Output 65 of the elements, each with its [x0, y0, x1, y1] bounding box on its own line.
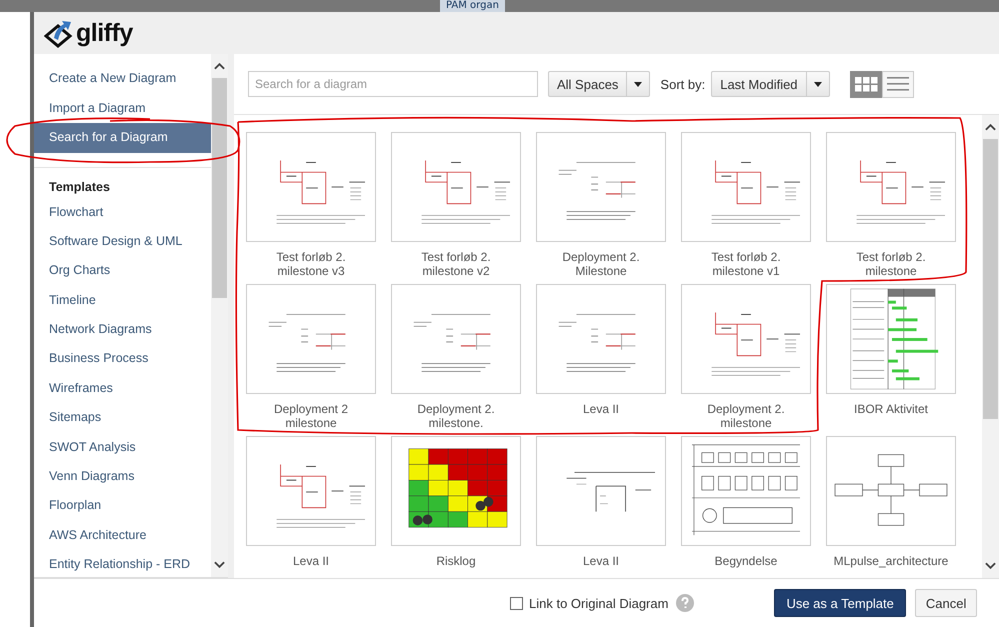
gantt-bar — [896, 318, 918, 322]
diagram-title: Test forløb 2. milestone — [855, 250, 927, 278]
diagram-title: Risklog — [435, 554, 477, 568]
gantt-bar — [888, 300, 896, 304]
grid-view-button[interactable] — [850, 70, 882, 98]
scroll-up-icon[interactable] — [985, 123, 996, 131]
gantt-bar — [896, 377, 920, 380]
diagram-title: Test forløb 2. milestone v1 — [710, 250, 782, 278]
diagram-title: Test forløb 2. milestone v2 — [420, 250, 492, 278]
checkbox[interactable] — [510, 596, 523, 610]
nav-item[interactable]: Create a New Diagram — [34, 64, 211, 94]
logo-icon — [44, 18, 74, 48]
diagram-title: Deployment 2 milestone — [272, 402, 350, 430]
gantt-bar — [892, 338, 928, 341]
template-link[interactable]: SWOT Analysis — [34, 432, 211, 462]
grid-icon — [854, 76, 878, 92]
caret-icon — [634, 82, 642, 86]
help-icon[interactable] — [676, 594, 694, 612]
template-link[interactable]: Floorplan — [34, 491, 211, 521]
background-text: PAM organ — [440, 0, 505, 12]
diagram-thumbnail[interactable] — [826, 284, 956, 394]
template-link[interactable]: Network Diagrams — [34, 315, 211, 344]
sort-label: Sort by: — [660, 76, 706, 92]
template-link[interactable]: AWS Architecture — [34, 520, 211, 550]
diagram-title: Leva II — [582, 402, 620, 416]
diagram-title: Deployment 2. milestone — [706, 402, 786, 430]
scrollbar[interactable] — [982, 115, 999, 578]
sort-dropdown[interactable]: Last Modified — [711, 71, 830, 97]
logo-text: gliffy — [76, 18, 133, 48]
diagram-title: Leva II — [292, 554, 330, 568]
scroll-down-icon[interactable] — [985, 562, 996, 570]
list-icon — [886, 76, 910, 92]
gantt-bar — [892, 369, 909, 372]
diagram-title: Deployment 2. Milestone — [561, 250, 641, 278]
diagram-title: Leva II — [582, 554, 620, 568]
use-as-template-button[interactable]: Use as a Template — [774, 589, 906, 617]
template-link[interactable]: Business Process — [34, 344, 211, 374]
template-link[interactable]: Wireframes — [34, 374, 211, 404]
cancel-button[interactable]: Cancel — [914, 589, 978, 617]
template-link[interactable]: Timeline — [34, 286, 211, 316]
nav-item[interactable]: Import a Diagram — [34, 94, 211, 123]
gantt-bar — [888, 360, 898, 363]
diagram-title: Begyndelse — [714, 554, 778, 568]
template-link[interactable]: Flowchart — [34, 198, 211, 227]
scroll-thumb[interactable] — [983, 139, 998, 419]
search-field[interactable]: Search for a diagram — [248, 71, 538, 97]
gantt-bar — [888, 328, 917, 332]
template-link[interactable]: Org Charts — [34, 256, 211, 286]
caret-icon — [814, 82, 822, 86]
diagram-title: MLpulse_architecture — [832, 554, 950, 568]
diagram-title: Test forløb 2. milestone v3 — [275, 250, 347, 278]
gantt-bar — [896, 350, 938, 353]
spaces-dropdown[interactable]: All Spaces — [548, 71, 650, 97]
gantt-bar — [892, 306, 907, 310]
scroll-up-icon[interactable] — [214, 62, 225, 70]
diagram-title: Deployment 2. milestone. — [416, 402, 496, 430]
template-link[interactable]: Software Design & UML — [34, 226, 211, 256]
diagram-title: IBOR Aktivitet — [852, 402, 930, 416]
scroll-down-icon[interactable] — [214, 561, 225, 569]
template-link[interactable]: Entity Relationship - ERD — [34, 550, 211, 580]
scroll-thumb[interactable] — [212, 78, 227, 298]
nav-item[interactable]: Search for a Diagram — [34, 123, 211, 152]
list-view-button[interactable] — [882, 70, 914, 98]
template-link[interactable]: Venn Diagrams — [34, 462, 211, 492]
template-link[interactable]: Sitemaps — [34, 403, 211, 433]
